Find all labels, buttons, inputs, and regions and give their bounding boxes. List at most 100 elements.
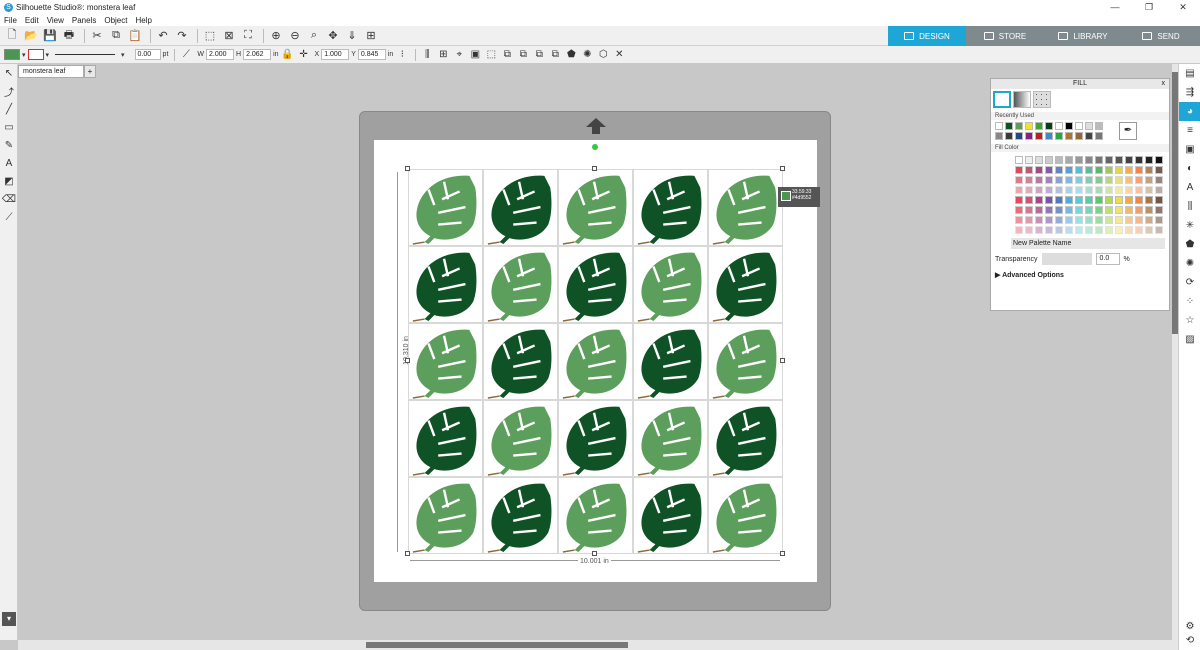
fill-color-swatch[interactable] [4, 49, 20, 60]
palette-color-swatch[interactable] [1045, 226, 1053, 234]
menu-view[interactable]: View [47, 16, 64, 25]
weld-icon[interactable]: ⬟ [564, 48, 578, 62]
recent-color-swatch[interactable] [1065, 132, 1073, 140]
palette-color-swatch[interactable] [1055, 186, 1063, 194]
pan-icon[interactable]: ✥ [325, 28, 341, 44]
recent-color-swatch[interactable] [1015, 122, 1023, 130]
palette-color-swatch[interactable] [1115, 156, 1123, 164]
palette-color-swatch[interactable] [1115, 216, 1123, 224]
palette-color-swatch[interactable] [1075, 226, 1083, 234]
leaf-cell[interactable] [558, 323, 633, 400]
palette-color-swatch[interactable] [1085, 196, 1093, 204]
recent-color-swatch[interactable] [1025, 122, 1033, 130]
leaf-cell[interactable] [708, 400, 783, 477]
palette-color-swatch[interactable] [1085, 186, 1093, 194]
palette-color-swatch[interactable] [1055, 226, 1063, 234]
palette-color-swatch[interactable] [1145, 226, 1153, 234]
palette-color-swatch[interactable] [1035, 206, 1043, 214]
leaf-cell[interactable] [558, 400, 633, 477]
select-tool-icon[interactable]: ↖ [0, 64, 18, 82]
palette-color-swatch[interactable] [1095, 216, 1103, 224]
delete-icon[interactable]: ✕ [612, 48, 626, 62]
palette-color-swatch[interactable] [1115, 206, 1123, 214]
palette-color-swatch[interactable] [1125, 196, 1133, 204]
palette-color-swatch[interactable] [1105, 206, 1113, 214]
minimize-button[interactable]: — [1098, 0, 1132, 14]
palette-color-swatch[interactable] [1115, 186, 1123, 194]
recent-color-swatch[interactable] [1045, 122, 1053, 130]
zoom-select-icon[interactable]: ⌕ [306, 28, 322, 44]
palette-color-swatch[interactable] [1015, 166, 1023, 174]
vertical-scroll-thumb[interactable] [1172, 72, 1178, 334]
palette-color-swatch[interactable] [1035, 216, 1043, 224]
palette-color-swatch[interactable] [1105, 186, 1113, 194]
offset-icon[interactable]: ✺ [580, 48, 594, 62]
palette-color-swatch[interactable] [1145, 176, 1153, 184]
copy-icon[interactable]: ⧉ [108, 28, 124, 44]
palette-color-swatch[interactable] [1045, 206, 1053, 214]
palette-color-swatch[interactable] [1155, 176, 1163, 184]
open-file-icon[interactable]: 📂 [23, 28, 39, 44]
bring-forward-icon[interactable]: ⧉ [516, 48, 530, 62]
palette-color-swatch[interactable] [1035, 156, 1043, 164]
lock-aspect-icon[interactable]: 🔒 [281, 48, 295, 62]
select-all-icon[interactable]: ⬚ [202, 28, 218, 44]
doc-tab-monstera-leaf[interactable]: monstera leaf [18, 65, 84, 78]
palette-color-swatch[interactable] [1135, 186, 1143, 194]
palette-color-swatch[interactable] [1025, 186, 1033, 194]
chevron-down-icon[interactable]: ▾ [46, 51, 50, 59]
image-panel-icon[interactable]: ▣ [1179, 140, 1200, 159]
fit-window-icon[interactable]: ⊞ [363, 28, 379, 44]
palette-color-swatch[interactable] [1095, 196, 1103, 204]
palette-color-swatch[interactable] [1055, 176, 1063, 184]
reference-point-icon[interactable]: ⁝ [395, 48, 409, 62]
crosshair-icon[interactable]: ⌖ [452, 48, 466, 62]
resize-handle[interactable] [405, 358, 410, 363]
palette-color-swatch[interactable] [1075, 156, 1083, 164]
leaf-cell[interactable] [483, 246, 558, 323]
palette-color-swatch[interactable] [1065, 216, 1073, 224]
palette-color-swatch[interactable] [1135, 226, 1143, 234]
tab-store[interactable]: STORE [966, 26, 1044, 46]
close-button[interactable]: ✕ [1166, 0, 1200, 14]
recent-color-swatch[interactable] [1095, 132, 1103, 140]
recent-color-swatch[interactable] [1005, 122, 1013, 130]
menu-help[interactable]: Help [135, 16, 151, 25]
recent-color-swatch[interactable] [1055, 122, 1063, 130]
sketch-icon[interactable]: ⁘ [1179, 292, 1200, 311]
height-input[interactable]: 2.062 [243, 49, 272, 60]
leaf-cell[interactable] [633, 400, 708, 477]
pattern-fill-button[interactable] [1033, 91, 1051, 108]
palette-color-swatch[interactable] [1095, 176, 1103, 184]
palette-color-swatch[interactable] [1125, 176, 1133, 184]
leaf-cell[interactable] [708, 477, 783, 554]
library-drawer-icon[interactable]: ▾ [2, 612, 16, 626]
palette-color-swatch[interactable] [1155, 156, 1163, 164]
page-setup-icon[interactable]: ▤ [1179, 64, 1200, 83]
palette-color-swatch[interactable] [1135, 156, 1143, 164]
leaf-cell[interactable] [408, 477, 483, 554]
palette-color-swatch[interactable] [1155, 206, 1163, 214]
x-input[interactable]: 1.000 [321, 49, 350, 60]
transparency-slider[interactable] [1041, 253, 1092, 265]
leaf-cell[interactable] [708, 169, 783, 246]
palette-color-swatch[interactable] [1135, 196, 1143, 204]
palette-color-swatch[interactable] [1065, 166, 1073, 174]
menu-edit[interactable]: Edit [25, 16, 39, 25]
leaf-cell[interactable] [483, 323, 558, 400]
leaf-cell[interactable] [708, 246, 783, 323]
palette-color-swatch[interactable] [1095, 166, 1103, 174]
palette-color-swatch[interactable] [1045, 166, 1053, 174]
bring-front-icon[interactable]: ⧉ [548, 48, 562, 62]
palette-color-swatch[interactable] [1095, 206, 1103, 214]
knife-icon[interactable]: ⟋ [0, 208, 18, 226]
palette-color-swatch[interactable] [1085, 156, 1093, 164]
palette-color-swatch[interactable] [1035, 226, 1043, 234]
palette-color-swatch[interactable] [1025, 156, 1033, 164]
palette-color-swatch[interactable] [1045, 156, 1053, 164]
recent-color-swatch[interactable] [1055, 132, 1063, 140]
solid-fill-button[interactable] [993, 91, 1011, 108]
palette-color-swatch[interactable] [1045, 186, 1053, 194]
point-edit-icon[interactable]: ⤴ [0, 82, 18, 100]
eraser-icon[interactable]: ⌫ [0, 190, 18, 208]
